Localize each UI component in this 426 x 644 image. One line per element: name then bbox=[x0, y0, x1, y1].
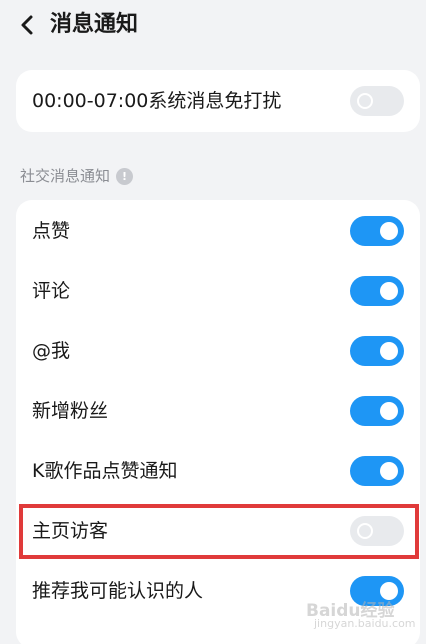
list-item-label: K歌作品点赞通知 bbox=[32, 460, 178, 482]
toggle-knob bbox=[357, 93, 373, 109]
toggle-knob bbox=[380, 342, 398, 360]
list-item-comment[interactable]: 评论 bbox=[16, 262, 420, 320]
toggle-knob bbox=[380, 222, 398, 240]
section-title-social: 社交消息通知 ! bbox=[20, 165, 134, 187]
list-item-label: 新增粉丝 bbox=[32, 400, 109, 422]
list-item-label: 点赞 bbox=[32, 220, 71, 242]
section-title-text: 社交消息通知 bbox=[20, 167, 111, 185]
toggle-knob bbox=[380, 462, 398, 480]
toggle-mention[interactable] bbox=[350, 336, 404, 366]
toggle-new-followers[interactable] bbox=[350, 396, 404, 426]
dnd-label: 00:00-07:00系统消息免打扰 bbox=[32, 90, 282, 112]
toggle-knob bbox=[380, 402, 398, 420]
header: 消息通知 bbox=[0, 0, 426, 52]
toggle-like[interactable] bbox=[350, 216, 404, 246]
list-item-mention[interactable]: @我 bbox=[16, 322, 420, 380]
watermark-url: jingyan.baidu.com bbox=[314, 617, 416, 630]
list-item-label: 主页访客 bbox=[32, 520, 109, 542]
toggle-profile-visitors[interactable] bbox=[350, 516, 404, 546]
dnd-row[interactable]: 00:00-07:00系统消息免打扰 bbox=[16, 72, 420, 130]
list-item-profile-visitors[interactable]: 主页访客 bbox=[16, 502, 420, 560]
notification-settings-page: 消息通知 00:00-07:00系统消息免打扰 社交消息通知 ! 点赞 评论 @… bbox=[0, 0, 426, 644]
info-icon[interactable]: ! bbox=[116, 167, 134, 185]
chevron-left-icon bbox=[21, 15, 33, 35]
social-notifications-card: 点赞 评论 @我 新增粉丝 K歌作品点赞通知 主页访客 推荐我可能认识的人 bbox=[16, 200, 420, 644]
list-item-ksong-like[interactable]: K歌作品点赞通知 bbox=[16, 442, 420, 500]
dnd-toggle[interactable] bbox=[350, 86, 404, 116]
toggle-ksong-like[interactable] bbox=[350, 456, 404, 486]
toggle-knob bbox=[357, 523, 373, 539]
list-item-new-followers[interactable]: 新增粉丝 bbox=[16, 382, 420, 440]
back-button[interactable] bbox=[14, 12, 40, 38]
page-title: 消息通知 bbox=[50, 12, 139, 37]
list-item-label: 评论 bbox=[32, 280, 71, 302]
list-item-label: 推荐我可能认识的人 bbox=[32, 580, 204, 602]
list-item-like[interactable]: 点赞 bbox=[16, 202, 420, 260]
toggle-knob bbox=[380, 282, 398, 300]
list-item-label: @我 bbox=[32, 340, 71, 362]
dnd-card: 00:00-07:00系统消息免打扰 bbox=[16, 70, 420, 132]
toggle-comment[interactable] bbox=[350, 276, 404, 306]
